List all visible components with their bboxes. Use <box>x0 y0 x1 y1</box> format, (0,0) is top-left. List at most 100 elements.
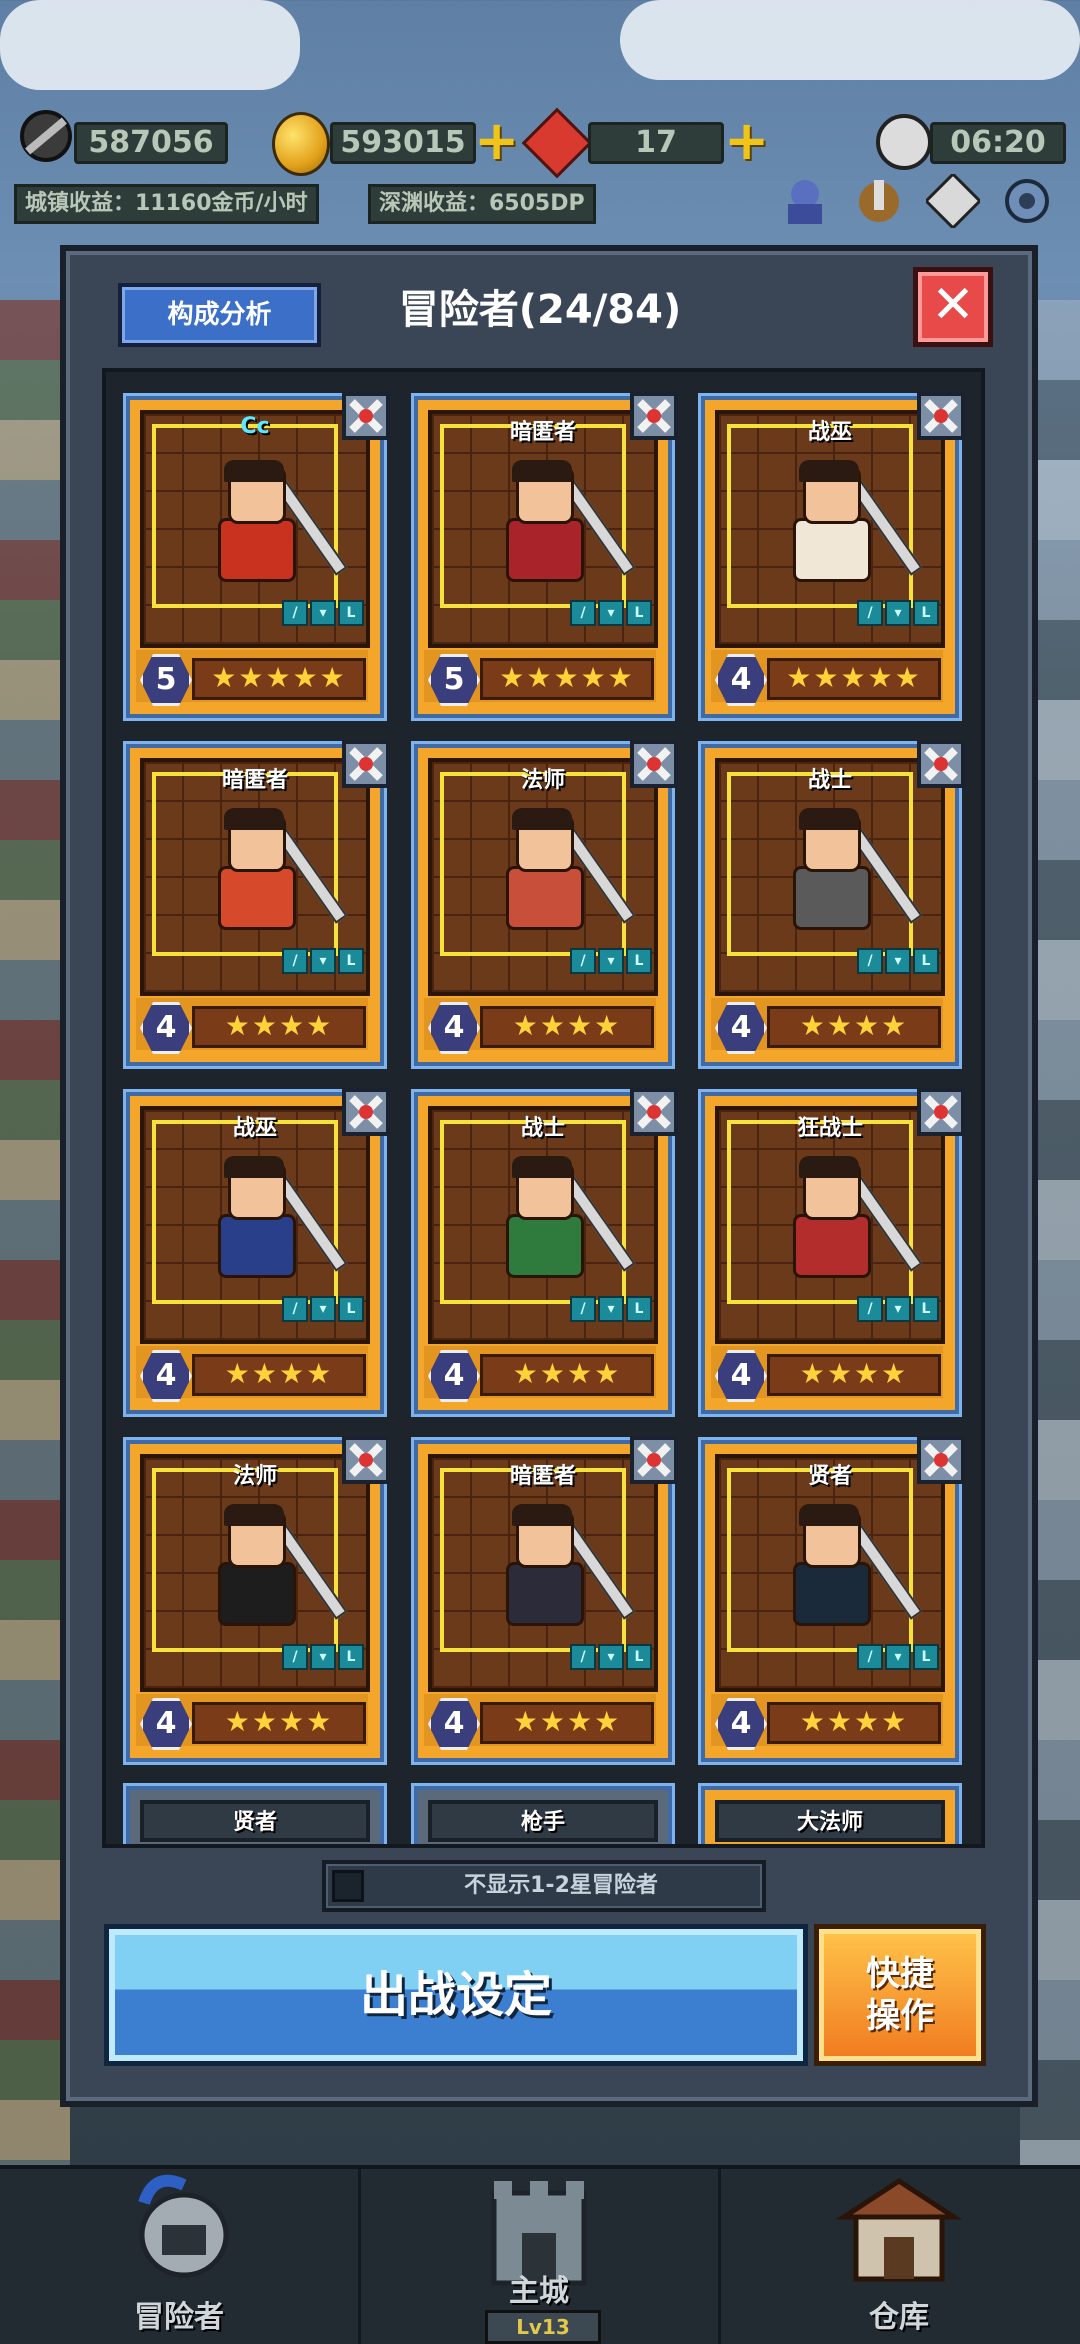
weapon-slot-icon: / <box>570 600 596 626</box>
settings-gear-icon[interactable] <box>998 172 1056 230</box>
filter-checkbox[interactable] <box>332 1870 364 1902</box>
level-badge: 4 <box>715 1698 767 1750</box>
main-city-level: Lv13 <box>485 2310 601 2344</box>
add-gold-button[interactable]: + <box>474 114 519 168</box>
adventurer-card[interactable]: 暗匿者 / ▾ L 5 ★★★★★ <box>414 392 678 718</box>
level-badge: 4 <box>140 1350 192 1402</box>
weapon-slot-icon: / <box>282 600 308 626</box>
adventurer-card[interactable]: 暗匿者 / ▾ L 4 ★★★★ <box>126 740 390 1066</box>
dismiss-icon[interactable] <box>340 390 392 442</box>
level-badge: 4 <box>715 654 767 706</box>
dismiss-icon[interactable] <box>628 738 680 790</box>
level-badge: 4 <box>428 1698 480 1750</box>
composition-analysis-button[interactable]: 构成分析 <box>118 283 321 347</box>
dismiss-icon[interactable] <box>340 1086 392 1138</box>
star-rating: ★★★★ <box>767 1354 941 1396</box>
card-class-label: 贤者 <box>232 1810 277 1835</box>
equipment-icons: / ▾ L <box>570 600 652 626</box>
card-footer: 5 ★★★★★ <box>424 650 656 706</box>
nav-main-city[interactable]: 主城 Lv13 <box>360 2169 721 2344</box>
card-footer: 4 ★★★★ <box>424 998 656 1054</box>
adventurer-card-partial[interactable]: 贤者 <box>126 1786 384 1844</box>
close-button[interactable]: ✕ <box>913 267 993 347</box>
adventurer-card[interactable]: 战巫 / ▾ L 4 ★★★★★ <box>701 392 965 718</box>
equipment-icons: / ▾ L <box>282 1296 364 1322</box>
nav-adventurer[interactable]: 冒险者 <box>0 2169 361 2344</box>
boots-slot-icon: L <box>338 1644 364 1670</box>
adventurer-card[interactable]: 战巫 / ▾ L 4 ★★★★ <box>126 1088 390 1414</box>
equipment-icons: / ▾ L <box>282 600 364 626</box>
card-footer: 4 ★★★★ <box>424 1346 656 1402</box>
dismiss-icon[interactable] <box>628 1434 680 1486</box>
background-cloud <box>620 0 1080 80</box>
adventurer-card[interactable]: 狂战士 / ▾ L 4 ★★★★ <box>701 1088 965 1414</box>
hero-sprite <box>769 460 923 590</box>
gem-value: 17 <box>588 122 724 164</box>
boots-slot-icon: L <box>913 1644 939 1670</box>
dismiss-icon[interactable] <box>628 1086 680 1138</box>
hero-sprite <box>482 808 636 938</box>
hero-sprite <box>194 1156 348 1286</box>
summon-icon[interactable] <box>776 172 834 230</box>
armor-slot-icon: ▾ <box>598 1296 624 1322</box>
equipment-icons: / ▾ L <box>857 948 939 974</box>
weapon-slot-icon: / <box>857 1644 883 1670</box>
armor-slot-icon: ▾ <box>598 948 624 974</box>
dismiss-icon[interactable] <box>915 1086 967 1138</box>
star-rating: ★★★★ <box>767 1006 941 1048</box>
hero-sprite <box>194 1504 348 1634</box>
nav-warehouse[interactable]: 仓库 <box>720 2169 1078 2344</box>
weapon-slot-icon: / <box>857 600 883 626</box>
filter-toggle[interactable]: 不显示1-2星冒险者 <box>322 1860 766 1912</box>
equipment-icons: / ▾ L <box>570 1644 652 1670</box>
adventurer-grid[interactable]: Cc / ▾ L 5 ★★★★★ 暗匿者 / ▾ L 5 ★★★★★ 战巫 / ▾ L 4 ★★★★★ 暗匿者 / ▾ L… <box>102 368 985 1848</box>
dismiss-icon[interactable] <box>915 1434 967 1486</box>
card-footer: 5 ★★★★★ <box>136 650 368 706</box>
adventurer-card[interactable]: 战士 / ▾ L 4 ★★★★ <box>414 1088 678 1414</box>
adventurer-card[interactable]: 贤者 / ▾ L 4 ★★★★ <box>701 1436 965 1762</box>
equipment-icons: / ▾ L <box>857 1644 939 1670</box>
star-rating: ★★★★ <box>480 1006 654 1048</box>
adventurer-card[interactable]: Cc / ▾ L 5 ★★★★★ <box>126 392 390 718</box>
weapon-slot-icon: / <box>570 1296 596 1322</box>
warehouse-icon <box>835 2178 963 2282</box>
adventurer-card[interactable]: 暗匿者 / ▾ L 4 ★★★★ <box>414 1436 678 1762</box>
level-badge: 4 <box>140 1698 192 1750</box>
armor-slot-icon: ▾ <box>885 1644 911 1670</box>
adventurer-card-partial[interactable]: 大法师 <box>701 1786 959 1844</box>
level-badge: 5 <box>428 654 480 706</box>
coin-icon <box>272 112 330 176</box>
nav-main-city-label: 主城 <box>509 2274 569 2309</box>
deploy-settings-button[interactable]: 出战设定 <box>104 1924 808 2066</box>
card-footer: 4 ★★★★ <box>711 1346 943 1402</box>
boots-slot-icon: L <box>338 948 364 974</box>
weapon-slot-icon: / <box>857 948 883 974</box>
quick-action-label-1: 快捷 <box>866 1954 934 1994</box>
dismiss-icon[interactable] <box>340 1434 392 1486</box>
town-income: 城镇收益：11160金币/小时 <box>14 184 319 224</box>
hero-sprite <box>769 1156 923 1286</box>
add-gem-button[interactable]: + <box>724 114 769 168</box>
hero-sprite <box>482 1156 636 1286</box>
adventurer-card-partial[interactable]: 枪手 <box>414 1786 672 1844</box>
bottom-nav: 冒险者 主城 Lv13 仓库 <box>0 2165 1080 2344</box>
quick-action-button[interactable]: 快捷 操作 <box>814 1924 986 2066</box>
sword-icon <box>14 104 78 168</box>
armor-slot-icon: ▾ <box>310 1296 336 1322</box>
weapon-slot-icon: / <box>570 1644 596 1670</box>
armor-slot-icon: ▾ <box>885 948 911 974</box>
adventurer-card[interactable]: 法师 / ▾ L 4 ★★★★ <box>126 1436 390 1762</box>
power-value: 587056 <box>74 122 228 164</box>
battle-icon[interactable] <box>850 172 908 230</box>
adventurer-card[interactable]: 法师 / ▾ L 4 ★★★★ <box>414 740 678 1066</box>
dismiss-icon[interactable] <box>628 390 680 442</box>
dismiss-icon[interactable] <box>340 738 392 790</box>
boots-slot-icon: L <box>338 600 364 626</box>
card-footer: 4 ★★★★ <box>136 1346 368 1402</box>
map-icon[interactable] <box>924 172 982 230</box>
dismiss-icon[interactable] <box>915 738 967 790</box>
adventurer-card[interactable]: 战士 / ▾ L 4 ★★★★ <box>701 740 965 1066</box>
dismiss-icon[interactable] <box>915 390 967 442</box>
hero-sprite <box>769 1504 923 1634</box>
level-badge: 5 <box>140 654 192 706</box>
